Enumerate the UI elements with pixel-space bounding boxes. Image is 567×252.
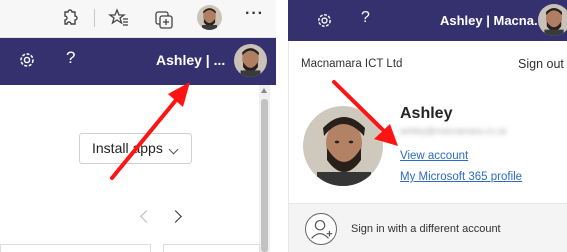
- account-avatar[interactable]: [538, 4, 567, 36]
- profile-avatar[interactable]: [197, 5, 222, 30]
- favorites-icon[interactable]: [108, 7, 130, 29]
- account-name-button[interactable]: Ashley | Macna...: [440, 13, 545, 28]
- screenshot-stage: ··· ? Ashley | ... Install apps ? Ashley…: [0, 0, 567, 252]
- microsoft-365-profile-link[interactable]: My Microsoft 365 profile: [400, 171, 522, 183]
- scroll-up-arrow-icon[interactable]: [261, 88, 267, 93]
- gear-icon[interactable]: [17, 50, 37, 70]
- gear-icon[interactable]: [315, 11, 334, 30]
- install-apps-label: Install apps: [92, 140, 163, 156]
- organization-name: Macnamara ICT Ltd: [301, 58, 403, 70]
- help-icon[interactable]: ?: [66, 48, 75, 68]
- account-email-blurred: ashley@macnamara.co.uk: [400, 126, 507, 136]
- other-account-row[interactable]: Sign in with a different account: [289, 203, 567, 252]
- scrollbar-thumb[interactable]: [261, 99, 268, 252]
- panel-divider: [276, 0, 288, 252]
- sign-in-different-account-link[interactable]: Sign in with a different account: [351, 223, 501, 235]
- browser-toolbar: ···: [0, 0, 276, 38]
- toolbar-divider: [94, 9, 95, 27]
- profile-photo: [303, 106, 383, 186]
- suite-header: ? Ashley | ...: [0, 38, 276, 85]
- left-panel: ··· ? Ashley | ... Install apps: [0, 0, 276, 252]
- collections-icon[interactable]: [153, 7, 175, 29]
- account-avatar[interactable]: [234, 44, 267, 77]
- more-icon[interactable]: ···: [245, 5, 264, 23]
- right-panel: ? Ashley | Macna... Macnamara ICT Ltd Si…: [288, 0, 567, 252]
- suite-header: ? Ashley | Macna...: [288, 0, 567, 41]
- page-content: [0, 85, 259, 252]
- account-display-name: Ashley: [400, 105, 453, 122]
- sign-out-link[interactable]: Sign out: [518, 57, 564, 71]
- bottom-tiles: [0, 244, 260, 252]
- account-manager-card: Macnamara ICT Ltd Sign out Ashley ashley…: [288, 41, 567, 252]
- add-person-icon: [305, 213, 337, 245]
- account-name-button[interactable]: Ashley | ...: [156, 52, 225, 68]
- view-account-link[interactable]: View account: [400, 150, 468, 162]
- help-icon[interactable]: ?: [361, 9, 370, 27]
- extensions-icon[interactable]: [59, 7, 81, 29]
